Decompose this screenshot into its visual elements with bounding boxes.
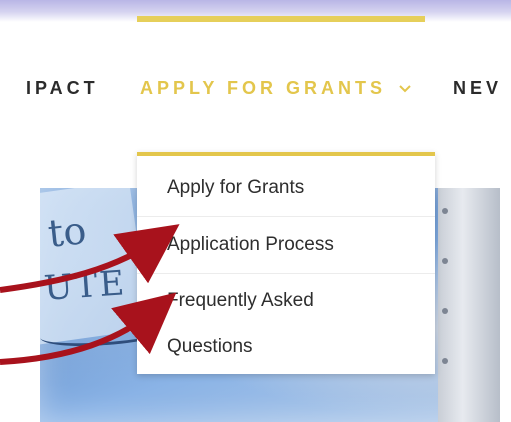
hero-handwriting-detail: UTE — [42, 263, 128, 309]
apply-for-grants-dropdown: Apply for Grants Application Process Fre… — [137, 152, 435, 374]
dropdown-item-faq[interactable]: Frequently Asked Questions — [137, 274, 435, 374]
dropdown-item-label-line2: Questions — [167, 336, 253, 357]
nav-item-label: IPACT — [26, 78, 99, 98]
bolt-detail — [442, 358, 448, 364]
hero-metal-frame — [438, 188, 500, 422]
bolt-detail — [442, 308, 448, 314]
active-tab-top-accent — [137, 16, 425, 22]
dropdown-item-label: Apply for Grants — [167, 177, 305, 198]
nav-item-impact[interactable]: IPACT — [26, 78, 99, 99]
dropdown-item-label: Application Process — [167, 234, 334, 255]
bolt-detail — [442, 258, 448, 264]
main-nav: IPACT APPLY FOR GRANTS NEV — [0, 70, 511, 110]
nav-item-label: NEV — [453, 78, 503, 98]
bolt-detail — [442, 208, 448, 214]
hero-handwriting-detail: to — [45, 208, 89, 256]
nav-item-label: APPLY FOR GRANTS — [140, 78, 387, 98]
nav-item-news[interactable]: NEV — [453, 78, 502, 99]
dropdown-item-application-process[interactable]: Application Process — [137, 217, 435, 274]
chevron-down-icon — [399, 80, 411, 96]
dropdown-item-label-line1: Frequently Asked — [167, 290, 314, 311]
dropdown-item-apply-for-grants[interactable]: Apply for Grants — [137, 156, 435, 217]
nav-item-apply-for-grants[interactable]: APPLY FOR GRANTS — [140, 78, 411, 99]
